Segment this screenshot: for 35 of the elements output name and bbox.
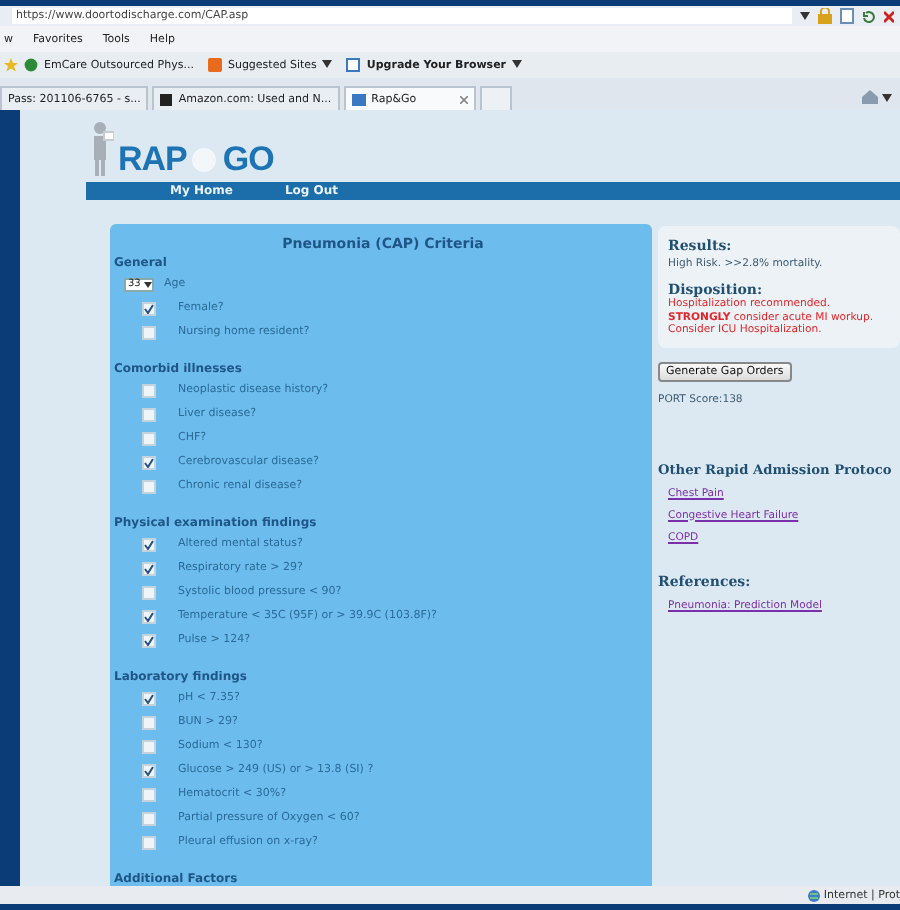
dropdown-arrow-icon <box>144 281 153 287</box>
check-icon <box>144 457 154 467</box>
checkbox[interactable] <box>142 763 156 777</box>
circle-icon <box>24 58 38 72</box>
check-icon <box>144 539 154 549</box>
logo-text: GO <box>222 142 274 176</box>
checkbox[interactable] <box>142 609 156 623</box>
checkbox[interactable] <box>142 537 156 551</box>
logo-text: RAP <box>118 142 187 176</box>
close-icon[interactable] <box>884 9 894 23</box>
close-icon[interactable] <box>459 95 468 103</box>
check-icon <box>144 765 154 775</box>
page-icon[interactable] <box>840 8 854 24</box>
check-icon <box>144 611 154 621</box>
check-icon <box>144 563 154 573</box>
page-icon <box>351 93 366 105</box>
page-icon <box>346 58 361 72</box>
dropdown-arrow-icon[interactable] <box>800 12 810 20</box>
globe-icon <box>807 889 820 901</box>
checkbox[interactable] <box>142 561 156 575</box>
checkbox[interactable] <box>142 301 156 315</box>
caret-icon <box>322 59 333 67</box>
lock-icon <box>818 8 832 24</box>
refresh-icon[interactable] <box>862 9 876 23</box>
checkbox[interactable] <box>142 633 156 647</box>
caret-icon <box>512 59 523 67</box>
check-icon <box>144 693 154 703</box>
checkbox[interactable] <box>142 691 156 705</box>
square-icon <box>207 58 222 72</box>
figure-icon <box>90 120 114 176</box>
dropdown-arrow-icon[interactable] <box>882 94 892 102</box>
check-icon <box>144 303 154 313</box>
star-icon[interactable] <box>4 58 18 72</box>
checkbox[interactable] <box>142 455 156 469</box>
check-icon <box>144 635 154 645</box>
